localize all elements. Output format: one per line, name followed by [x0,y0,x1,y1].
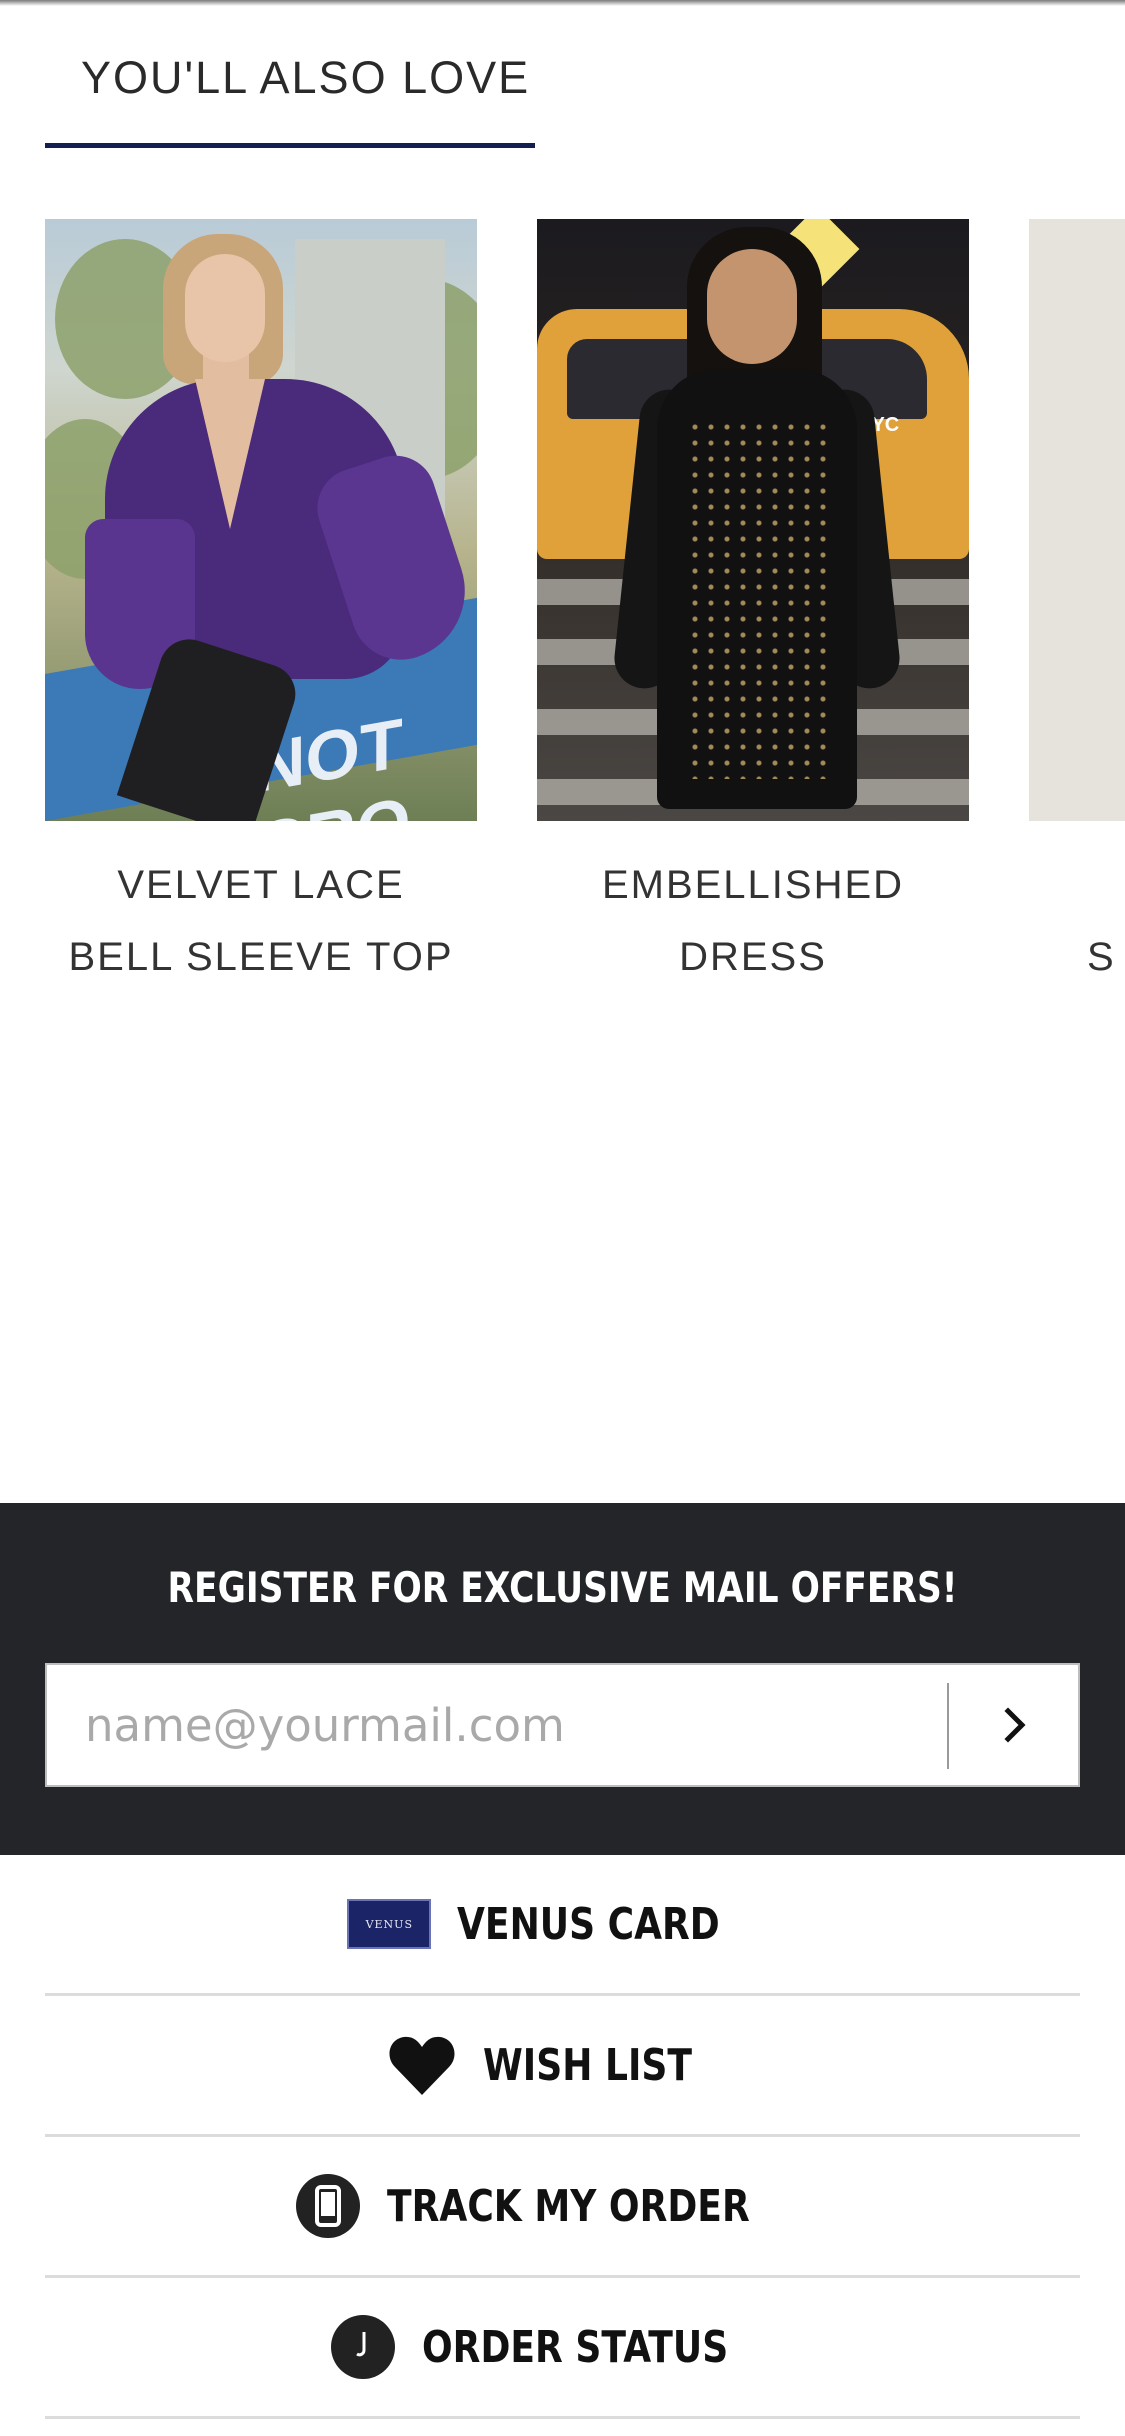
phone-icon [295,2173,361,2239]
clock-icon [330,2314,396,2380]
venus-card-icon: VENUS [347,1899,432,1949]
product-name[interactable]: S [1029,921,1125,993]
newsletter-section: REGISTER FOR EXCLUSIVE MAIL OFFERS! [0,1503,1125,1855]
email-submit-button[interactable] [949,1665,1080,1785]
product-name[interactable]: VELVET LACE BELL SLEEVE TOP [45,849,477,993]
heart-icon [387,2033,457,2097]
top-shadow [0,0,1125,6]
link-label: WISH LIST [483,2039,693,2091]
link-order-status[interactable]: ORDER STATUS [45,2278,1080,2419]
link-wish-list[interactable]: WISH LIST [45,1996,1080,2137]
product-name[interactable]: EMBELLISHED DRESS [537,849,969,993]
chevron-right-icon [1003,1707,1026,1743]
link-label: TRACK MY ORDER [387,2180,751,2232]
product-card[interactable]: S [1029,219,1125,993]
product-card[interactable]: NYC EMBELLISHED DRESS [537,219,969,993]
product-image[interactable]: NOT CRO [45,219,477,821]
link-label: ORDER STATUS [421,2321,728,2373]
product-carousel[interactable]: NOT CRO VELVET LACE BELL SLEEVE TOP NYC [0,219,1125,1019]
product-card[interactable]: NOT CRO VELVET LACE BELL SLEEVE TOP [45,219,477,993]
product-image[interactable] [1029,219,1125,821]
section-heading: YOU'LL ALSO LOVE [45,40,535,148]
newsletter-title: REGISTER FOR EXCLUSIVE MAIL OFFERS! [167,1563,958,1612]
link-label: VENUS CARD [457,1898,721,1950]
section-title: YOU'LL ALSO LOVE [81,52,531,103]
footer-links: VENUS VENUS CARD WISH LIST TRACK MY ORDE… [45,1855,1080,2419]
link-venus-card[interactable]: VENUS VENUS CARD [45,1855,1080,1996]
email-form [45,1663,1080,1787]
product-image[interactable]: NYC [537,219,969,821]
email-input[interactable] [47,1665,947,1785]
page: YOU'LL ALSO LOVE NOT CRO VELVET LACE B [0,0,1125,2436]
link-track-my-order[interactable]: TRACK MY ORDER [45,2137,1080,2278]
